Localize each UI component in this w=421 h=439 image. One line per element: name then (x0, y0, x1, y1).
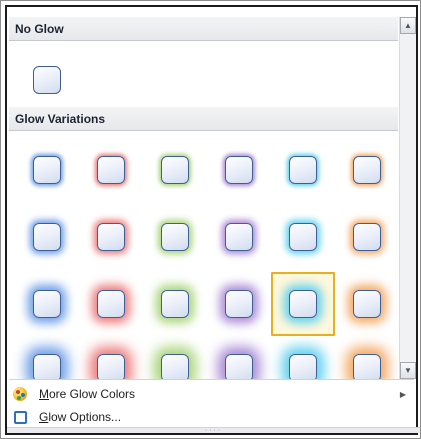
glow-variation-orange-4[interactable] (335, 336, 398, 379)
glow-swatch (161, 354, 189, 379)
glow-swatch (289, 354, 317, 379)
glow-variation-aqua-2[interactable] (271, 205, 335, 269)
glow-swatch (353, 290, 381, 318)
glow-variation-aqua-1[interactable] (271, 138, 335, 202)
glow-variation-red-4[interactable] (79, 336, 143, 379)
glow-variation-orange-2[interactable] (335, 205, 398, 269)
glow-variation-orange-1[interactable] (335, 138, 398, 202)
glow-swatch (289, 223, 317, 251)
glow-variation-red-1[interactable] (79, 138, 143, 202)
glow-swatch (225, 290, 253, 318)
glow-variation-blue-4[interactable] (15, 336, 79, 379)
glow-variations-header: Glow Variations (9, 107, 398, 131)
glow-swatch (97, 290, 125, 318)
glow-options-icon (9, 406, 31, 428)
glow-variation-blue-2[interactable] (15, 205, 79, 269)
gallery-menu: More Glow Colors ▶ Glow Options... (9, 379, 414, 427)
glow-gallery-scroll-area: No Glow Glow Variations (9, 17, 398, 379)
scroll-up-arrow-icon[interactable]: ▲ (400, 17, 416, 34)
glow-swatch-none (33, 66, 61, 94)
glow-variation-purple-3[interactable] (207, 272, 271, 336)
more-glow-colors-label: More Glow Colors (39, 387, 136, 401)
glow-swatch (353, 354, 381, 379)
glow-variation-green-4[interactable] (143, 336, 207, 379)
glow-swatch (353, 156, 381, 184)
glow-swatch (33, 354, 61, 379)
glow-variation-purple-4[interactable] (207, 336, 271, 379)
glow-swatch (33, 156, 61, 184)
vertical-scrollbar[interactable]: ▲ ▼ (399, 17, 416, 379)
glow-swatch (97, 156, 125, 184)
no-glow-header: No Glow (9, 17, 398, 41)
glow-swatch (161, 290, 189, 318)
glow-variation-red-2[interactable] (79, 205, 143, 269)
glow-swatch (353, 223, 381, 251)
scroll-down-arrow-icon[interactable]: ▼ (400, 362, 416, 379)
glow-variation-purple-1[interactable] (207, 138, 271, 202)
glow-swatch (289, 156, 317, 184)
glow-variation-aqua-4[interactable] (271, 336, 335, 379)
glow-variation-purple-2[interactable] (207, 205, 271, 269)
glow-variation-green-2[interactable] (143, 205, 207, 269)
glow-options-menu-item[interactable]: Glow Options... (9, 406, 414, 428)
glow-gallery-dropdown: ···· No Glow Glow Variations ▲ ▼ More Gl… (0, 0, 421, 439)
color-palette-icon (9, 383, 31, 405)
glow-swatch (97, 354, 125, 379)
glow-variation-blue-3[interactable] (15, 272, 79, 336)
glow-variation-aqua-3[interactable] (271, 272, 335, 336)
glow-variation-green-3[interactable] (143, 272, 207, 336)
glow-options-label: Glow Options... (39, 410, 122, 424)
more-glow-colors-menu-item[interactable]: More Glow Colors ▶ (9, 383, 414, 405)
glow-swatch (33, 223, 61, 251)
glow-swatch (33, 290, 61, 318)
glow-swatch (161, 223, 189, 251)
glow-variation-orange-3[interactable] (335, 272, 398, 336)
glow-swatch (161, 156, 189, 184)
glow-swatch (225, 223, 253, 251)
glow-swatch (225, 156, 253, 184)
glow-variation-green-1[interactable] (143, 138, 207, 202)
glow-variation-red-3[interactable] (79, 272, 143, 336)
glow-variation-blue-1[interactable] (15, 138, 79, 202)
submenu-arrow-icon: ▶ (399, 389, 406, 399)
glow-swatch (289, 290, 317, 318)
no-glow-option[interactable] (15, 48, 79, 112)
glow-swatch (97, 223, 125, 251)
glow-swatch (225, 354, 253, 379)
